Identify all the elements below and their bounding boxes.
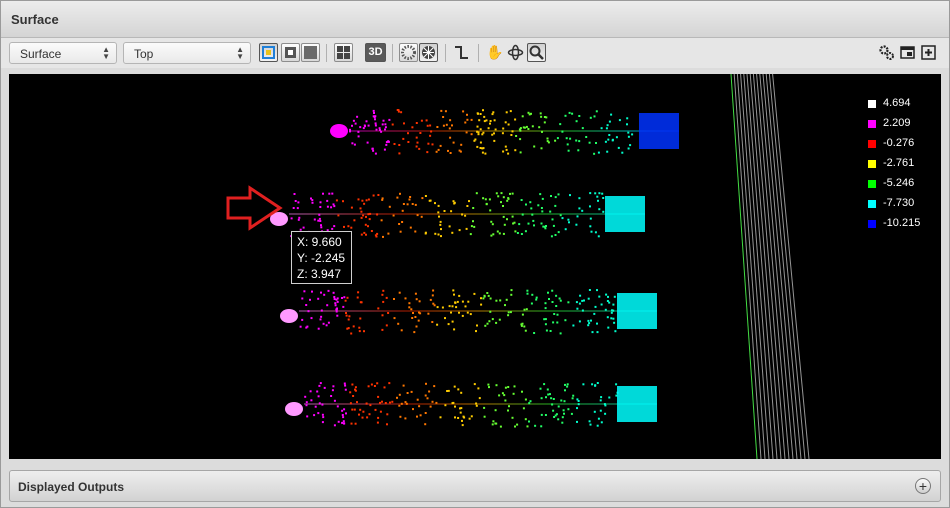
legend-label: -2.761 (883, 157, 915, 169)
window-button[interactable] (898, 43, 917, 62)
tooltip-z: Z: 3.947 (297, 267, 342, 281)
wireframe-icon (422, 46, 435, 59)
legend-swatch (868, 160, 876, 168)
legend-swatch (868, 120, 876, 128)
legend-label: -7.730 (883, 197, 915, 209)
grid-button[interactable] (334, 43, 353, 62)
conveyor-rails (730, 74, 810, 459)
solid-icon (304, 46, 317, 59)
grayscale-icon (285, 47, 296, 58)
legend-label: 2.209 (883, 117, 911, 129)
toolbar-divider (445, 44, 446, 62)
settings-button[interactable] (877, 43, 896, 62)
displayed-outputs-bar[interactable]: Displayed Outputs + (9, 470, 941, 502)
grid-icon (337, 46, 350, 59)
surface-3d-view[interactable]: 4.694 2.209 -0.276 -2.761 -5.246 -7.730 -10.21… (9, 74, 941, 459)
rotate-icon (507, 44, 524, 61)
select-arrows-icon: ▲ ▼ (102, 45, 110, 61)
profile-icon (455, 46, 468, 59)
toolbar-divider (478, 44, 479, 62)
display-mode-select[interactable]: Surface ▲ ▼ (9, 42, 117, 64)
view-select[interactable]: Top ▲ ▼ (123, 42, 251, 64)
legend-swatch (868, 200, 876, 208)
solid-button[interactable] (301, 43, 320, 62)
select-arrows-icon: ▲ ▼ (236, 45, 244, 61)
mesh-button[interactable] (399, 43, 418, 62)
expand-plus-icon[interactable]: + (915, 478, 931, 494)
zoom-button[interactable] (527, 43, 546, 62)
pan-hand-icon: ✋ (486, 44, 504, 60)
window-icon (900, 46, 915, 59)
wireframe-button[interactable] (419, 43, 438, 62)
add-icon (921, 45, 936, 60)
3d-view-button[interactable]: 3D (365, 43, 386, 62)
toolbar: Surface ▲ ▼ Top ▲ ▼ 3D ✋ (1, 38, 949, 68)
mesh-icon (401, 45, 416, 60)
legend-swatch (868, 100, 876, 108)
legend-label: -10.215 (883, 217, 921, 229)
rotate-button[interactable] (506, 43, 525, 62)
color-map-button[interactable] (259, 43, 278, 62)
title-bar: Surface (1, 1, 949, 38)
toolbar-divider (392, 44, 393, 62)
view-value: Top (134, 47, 154, 61)
surface-panel: Surface Surface ▲ ▼ Top ▲ ▼ 3D ✋ 4.694 2… (0, 0, 950, 508)
settings-icon (879, 45, 894, 60)
legend-label: 4.694 (883, 97, 911, 109)
displayed-outputs-label: Displayed Outputs (18, 480, 125, 494)
legend-label: -5.246 (883, 177, 915, 189)
point-cloud (226, 74, 810, 459)
display-mode-value: Surface (20, 47, 62, 61)
grayscale-button[interactable] (281, 43, 300, 62)
legend-label: -0.276 (883, 137, 915, 149)
profile-button[interactable] (452, 43, 471, 62)
legend-swatch (868, 180, 876, 188)
toolbar-divider (326, 44, 327, 62)
point-tooltip: X: 9.660 Y: -2.245 Z: 3.947 (291, 231, 352, 284)
color-map-icon (262, 46, 275, 59)
tooltip-y: Y: -2.245 (297, 251, 346, 265)
legend-swatch (868, 220, 876, 228)
pan-button[interactable]: ✋ (485, 43, 504, 62)
zoom-icon (529, 45, 544, 60)
add-window-button[interactable] (919, 43, 938, 62)
panel-title: Surface (11, 12, 59, 27)
tooltip-x: X: 9.660 (297, 235, 342, 249)
legend-swatch (868, 140, 876, 148)
